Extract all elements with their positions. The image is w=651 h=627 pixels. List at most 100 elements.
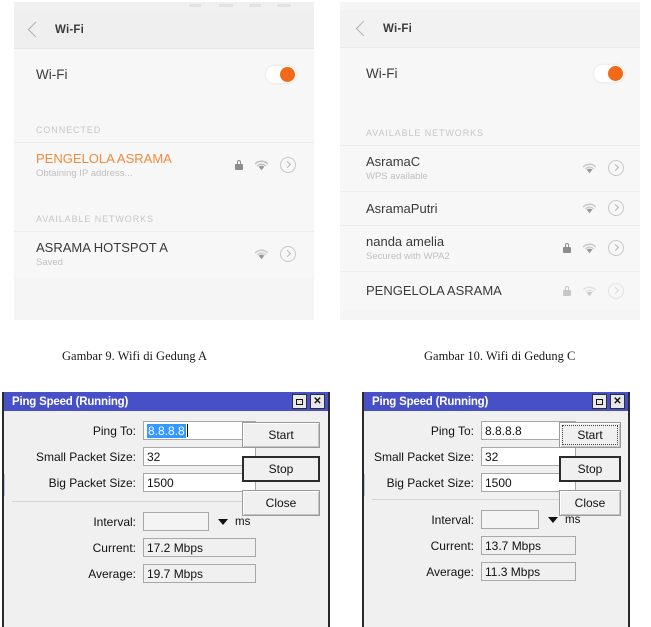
wifi-signal-icon (582, 163, 597, 174)
ping-to-value: 8.8.8.8 (147, 423, 186, 438)
wifi-titlebar: Wi-Fi (14, 11, 314, 49)
network-name: ASRAMA HOTSPOT A (36, 240, 168, 255)
network-texts: ASRAMA HOTSPOT A Saved (36, 240, 254, 268)
current-value: 17.2 Mbps (143, 538, 256, 557)
wifi-settings-panel-right: Wi-Fi Wi-Fi AVAILABLE NETWORKS AsramaC W… (340, 2, 640, 320)
network-texts: AsramaC WPS available (366, 154, 582, 182)
chevron-down-icon[interactable] (218, 518, 228, 525)
wifi-titlebar: Wi-Fi (340, 10, 640, 48)
wifi-toggle-row[interactable]: Wi-Fi (14, 49, 314, 99)
list-item[interactable]: PENGELOLA ASRAMA Obtaining IP address... (14, 142, 314, 188)
wifi-toggle-switch[interactable] (594, 64, 624, 82)
dialog-titlebar[interactable]: Ping Speed (Running) ✕ (4, 392, 328, 411)
ping-speed-dialog-right: Ping Speed (Running) ✕ Start Stop Close … (362, 392, 630, 627)
dialog-title: Ping Speed (Running) (372, 395, 489, 408)
interval-label: Interval: (93, 514, 136, 529)
details-arrow-icon[interactable] (608, 240, 624, 256)
average-label: Average: (88, 566, 136, 581)
list-item[interactable]: AsramaPutri (340, 191, 640, 225)
lock-icon (235, 160, 243, 170)
network-icons (563, 283, 624, 299)
network-icons (582, 200, 624, 216)
network-texts: PENGELOLA ASRAMA Obtaining IP address... (36, 151, 235, 179)
section-header-available: AVAILABLE NETWORKS (340, 128, 640, 145)
list-item[interactable]: ASRAMA HOTSPOT A Saved (14, 231, 314, 277)
average-value: 11.3 Mbps (481, 562, 576, 581)
text-caret (186, 424, 188, 437)
start-button[interactable]: Start (242, 422, 320, 448)
dialog-body: Start Stop Close Ping To: 8.8.8.8 Small … (4, 411, 328, 583)
small-packet-label: Small Packet Size: (35, 449, 136, 464)
average-row: Average: 11.3 Mbps (372, 562, 620, 581)
ping-speed-dialog-left: Ping Speed (Running) ✕ Start Stop Close … (2, 392, 330, 627)
toggle-knob (608, 65, 623, 81)
network-icons (254, 246, 296, 262)
interval-combo[interactable] (143, 512, 209, 531)
network-subtitle: Secured with WPA2 (366, 251, 450, 262)
current-label: Current: (92, 540, 136, 555)
section-header-available: AVAILABLE NETWORKS (14, 214, 314, 231)
interval-label: Interval: (431, 512, 474, 527)
details-arrow-icon[interactable] (608, 200, 624, 216)
maximize-icon[interactable] (292, 394, 307, 409)
big-packet-label: Big Packet Size: (48, 475, 136, 490)
small-packet-input[interactable]: 32 (143, 447, 256, 466)
big-packet-input[interactable]: 1500 (143, 473, 256, 492)
big-packet-label: Big Packet Size: (386, 475, 474, 490)
wifi-signal-icon (254, 249, 269, 260)
network-icons (563, 240, 624, 256)
close-icon[interactable]: ✕ (610, 394, 625, 409)
current-label: Current: (430, 538, 474, 553)
close-button[interactable]: Close (242, 490, 320, 516)
stop-button[interactable]: Stop (242, 456, 320, 482)
network-name: AsramaC (366, 154, 421, 169)
network-name: PENGELOLA ASRAMA (366, 282, 502, 298)
wifi-signal-icon (254, 160, 269, 171)
current-value: 13.7 Mbps (481, 536, 576, 555)
maximize-icon[interactable] (592, 394, 607, 409)
spacer (340, 98, 640, 128)
wifi-signal-icon (582, 203, 597, 214)
lock-icon (563, 286, 571, 296)
network-subtitle: Saved (36, 257, 63, 268)
small-packet-label: Small Packet Size: (373, 449, 474, 464)
average-row: Average: 19.7 Mbps (12, 564, 320, 583)
dialog-title: Ping Speed (Running) (12, 395, 129, 408)
lock-icon (563, 243, 571, 253)
details-arrow-icon[interactable] (280, 246, 296, 262)
ping-to-input[interactable]: 8.8.8.8 (143, 421, 256, 440)
close-button[interactable]: Close (559, 490, 621, 516)
page-title: Wi-Fi (55, 23, 84, 36)
back-chevron-icon[interactable] (27, 21, 44, 38)
close-icon[interactable]: ✕ (310, 394, 325, 409)
chevron-down-icon[interactable] (548, 516, 558, 523)
network-texts: PENGELOLA ASRAMA (366, 283, 563, 300)
stop-button[interactable]: Stop (559, 456, 621, 482)
interval-combo[interactable] (481, 510, 539, 529)
wifi-toggle-row[interactable]: Wi-Fi (340, 48, 640, 98)
average-value: 19.7 Mbps (143, 564, 256, 583)
figure-caption-right: Gambar 10. Wifi di Gedung C (424, 349, 576, 363)
dialog-button-column: Start Stop Close (242, 422, 320, 524)
list-item[interactable]: AsramaC WPS available (340, 145, 640, 191)
network-texts: nanda amelia Secured with WPA2 (366, 234, 563, 262)
network-subtitle: Obtaining IP address... (36, 168, 133, 179)
toggle-knob (280, 66, 295, 82)
start-button[interactable]: Start (559, 422, 621, 448)
current-row: Current: 13.7 Mbps (372, 536, 620, 555)
page-title: Wi-Fi (383, 22, 412, 35)
list-item[interactable]: PENGELOLA ASRAMA (340, 271, 640, 311)
wifi-toggle-switch[interactable] (266, 65, 296, 83)
wifi-signal-icon (582, 286, 597, 297)
dialog-titlebar[interactable]: Ping Speed (Running) ✕ (364, 392, 628, 411)
network-icons (235, 157, 296, 173)
network-name: PENGELOLA ASRAMA (36, 151, 172, 166)
details-arrow-icon[interactable] (608, 283, 624, 299)
list-item[interactable]: nanda amelia Secured with WPA2 (340, 225, 640, 271)
details-arrow-icon[interactable] (608, 160, 624, 176)
spacer (14, 188, 314, 214)
details-arrow-icon[interactable] (280, 157, 296, 173)
back-chevron-icon[interactable] (355, 20, 372, 37)
dialog-body: Start Stop Close Ping To: 8.8.8.8 Small … (364, 411, 628, 581)
ping-to-label: Ping To: (92, 423, 136, 438)
